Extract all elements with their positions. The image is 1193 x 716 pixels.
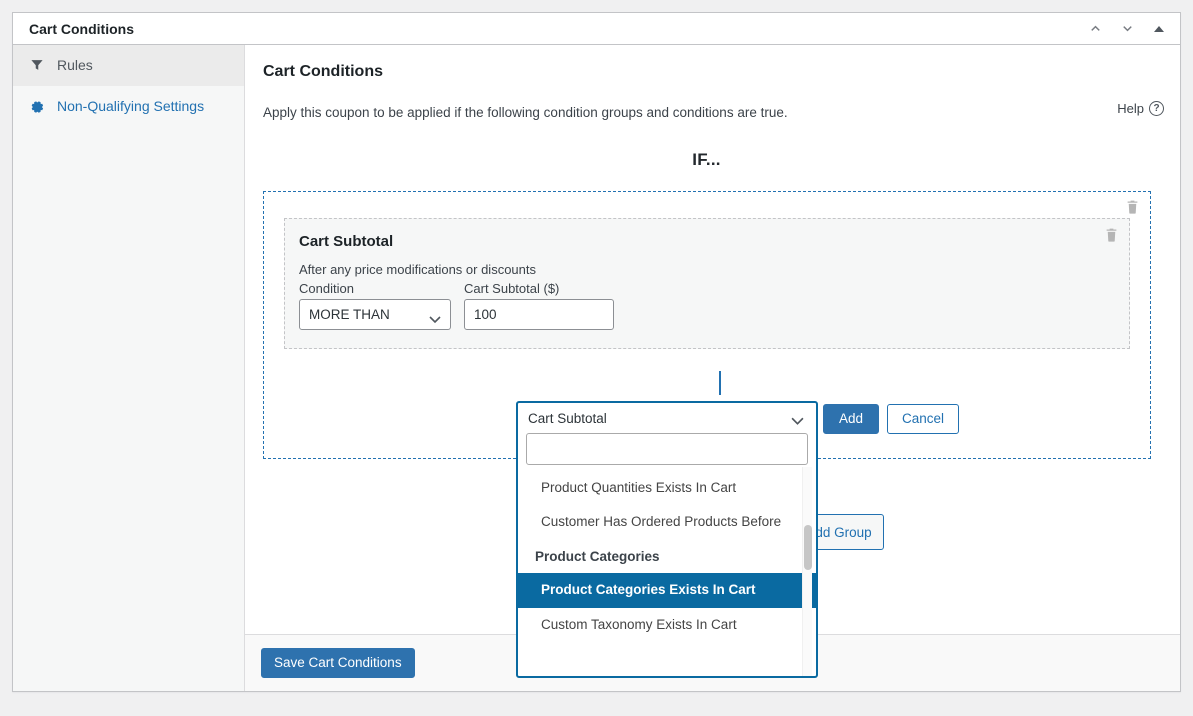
- condition-subtitle: After any price modifications or discoun…: [299, 262, 536, 277]
- cancel-condition-button[interactable]: Cancel: [887, 404, 960, 434]
- condition-fields: Condition MORE THAN Cart Subtotal ($) 10…: [299, 281, 1111, 330]
- add-condition-button[interactable]: Add: [823, 404, 880, 434]
- toggle-panel-button[interactable]: [1144, 14, 1174, 44]
- metabox-header-actions: [1080, 13, 1174, 44]
- chevron-down-icon: [1120, 21, 1135, 36]
- list-item[interactable]: Customer Has Ordered Products Before: [518, 505, 816, 539]
- condition-type-select[interactable]: Cart Subtotal: [518, 403, 816, 433]
- delete-condition-button[interactable]: [1104, 227, 1119, 243]
- sidebar-item-label: Rules: [57, 57, 93, 73]
- chevron-down-icon: [791, 414, 804, 429]
- dropdown-search-wrap: [518, 433, 816, 467]
- list-item[interactable]: Product Quantities Exists In Cart: [518, 471, 816, 505]
- sidebar-item-non-qualifying-settings[interactable]: Non-Qualifying Settings: [13, 86, 244, 127]
- list-item-selected[interactable]: Product Categories Exists In Cart: [518, 573, 816, 608]
- condition-operator-select[interactable]: MORE THAN: [299, 299, 451, 330]
- sidebar-item-label: Non-Qualifying Settings: [57, 98, 205, 114]
- dropdown-action-buttons: Add Cancel: [823, 404, 960, 434]
- sidebar-item-rules[interactable]: Rules: [13, 45, 244, 86]
- condition-operator-field: Condition MORE THAN: [299, 281, 451, 330]
- save-cart-conditions-button[interactable]: Save Cart Conditions: [261, 648, 415, 678]
- gear-icon: [29, 98, 45, 114]
- cart-conditions-metabox: Cart Conditions Rules Non-Qualifying Set…: [12, 12, 1181, 692]
- dropdown-search-input[interactable]: [526, 433, 808, 465]
- cart-subtotal-input[interactable]: [464, 299, 614, 330]
- move-down-button[interactable]: [1112, 14, 1142, 44]
- cart-subtotal-label: Cart Subtotal ($): [464, 281, 560, 296]
- move-up-button[interactable]: [1080, 14, 1110, 44]
- condition-title: Cart Subtotal: [299, 233, 394, 250]
- chevron-up-icon: [1088, 21, 1103, 36]
- dropdown-option-list[interactable]: Product Quantities Exists In Cart Custom…: [518, 467, 816, 676]
- page-description: Apply this coupon to be applied if the f…: [263, 105, 788, 120]
- if-label: IF...: [692, 150, 721, 169]
- dropdown-scrollbar-thumb[interactable]: [804, 525, 812, 570]
- triangle-up-icon: [1154, 25, 1164, 32]
- list-item[interactable]: Custom Taxonomy Exists In Cart: [518, 608, 816, 642]
- condition-type-selected-value: Cart Subtotal: [528, 410, 607, 426]
- dropdown-group-header: Product Categories: [535, 549, 660, 565]
- page-title: Cart Conditions: [263, 63, 383, 80]
- help-link[interactable]: Help ?: [1117, 101, 1164, 116]
- filter-icon: [29, 57, 45, 73]
- metabox-title: Cart Conditions: [29, 20, 134, 37]
- condition-type-dropdown: Cart Subtotal Product Quantities Exists …: [516, 401, 818, 678]
- delete-group-button[interactable]: [1125, 199, 1140, 215]
- help-label: Help: [1117, 101, 1144, 116]
- metabox-header: Cart Conditions: [13, 13, 1180, 45]
- dropdown-scrollbar[interactable]: [802, 467, 812, 676]
- question-circle-icon: ?: [1149, 101, 1164, 116]
- condition-connector-line: [719, 371, 721, 395]
- condition-operator-label: Condition: [299, 281, 354, 296]
- cart-subtotal-field: Cart Subtotal ($): [464, 281, 614, 330]
- condition-card: Cart Subtotal After any price modificati…: [284, 218, 1130, 349]
- sidebar: Rules Non-Qualifying Settings: [13, 45, 245, 691]
